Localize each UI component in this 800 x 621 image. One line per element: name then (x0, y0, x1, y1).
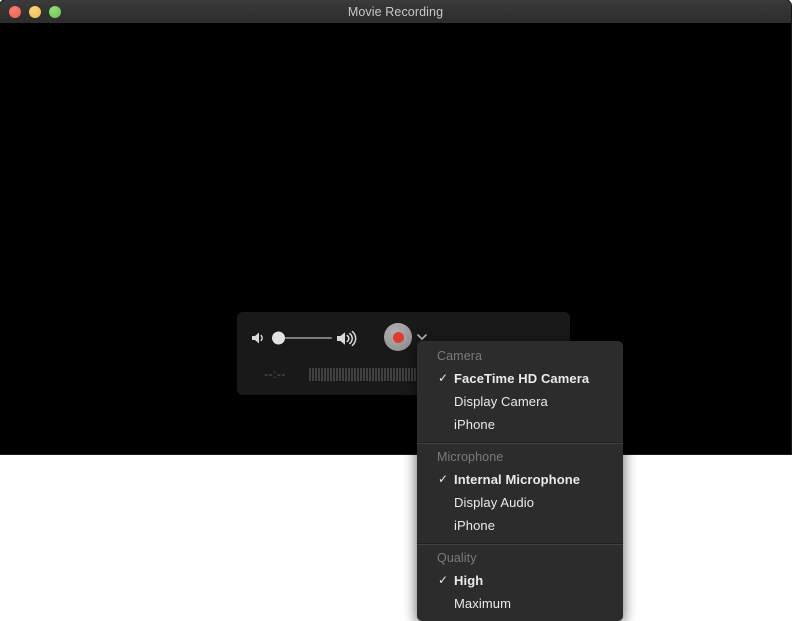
menu-separator (417, 543, 623, 545)
audio-meter-tick (408, 367, 410, 381)
audio-meter-tick (381, 367, 383, 381)
audio-meter-tick (348, 367, 350, 381)
menu-separator (417, 442, 623, 444)
speaker-high-icon (335, 330, 361, 347)
menu-section-title-quality: Quality (437, 551, 477, 565)
record-button[interactable] (384, 323, 412, 351)
menu-item-maximum[interactable]: Maximum (417, 592, 623, 615)
audio-meter-tick (336, 367, 338, 381)
audio-meter-tick (357, 367, 359, 381)
audio-meter-tick (309, 367, 311, 381)
audio-meter-tick (390, 367, 392, 381)
timecode-display: --:-- (264, 367, 286, 381)
check-icon: ✓ (438, 371, 449, 385)
menu-item-label: iPhone (454, 518, 496, 533)
audio-meter-tick (318, 367, 320, 381)
audio-meter-tick (363, 367, 365, 381)
audio-meter-tick (324, 367, 326, 381)
audio-meter-tick (366, 367, 368, 381)
window-titlebar[interactable]: Movie Recording (0, 0, 791, 24)
audio-meter-tick (330, 367, 332, 381)
minimize-button[interactable] (29, 5, 41, 18)
audio-meter-tick (414, 367, 416, 381)
audio-meter-tick (402, 367, 404, 381)
recording-options-menu[interactable]: Camera ✓ FaceTime HD Camera Display Camera i… (417, 341, 623, 621)
zoom-button[interactable] (49, 5, 61, 18)
audio-meter-tick (339, 367, 341, 381)
audio-meter-tick (342, 367, 344, 381)
menu-section-title-microphone: Microphone (437, 450, 504, 464)
menu-item-label: iPhone (454, 417, 496, 432)
menu-item-iphone[interactable]: iPhone (417, 413, 623, 436)
audio-meter-tick (393, 367, 395, 381)
audio-meter-tick (354, 367, 356, 381)
audio-meter-tick (351, 367, 353, 381)
audio-meter-tick (399, 367, 401, 381)
menu-item-high[interactable]: ✓ High (417, 569, 623, 592)
menu-item-facetime-hd-camera[interactable]: ✓ FaceTime HD Camera (417, 367, 623, 390)
audio-meter-tick (345, 367, 347, 381)
audio-meter-tick (378, 367, 380, 381)
audio-meter-tick (387, 367, 389, 381)
menu-item-display-audio[interactable]: Display Audio (417, 491, 623, 514)
volume-slider-knob[interactable] (272, 331, 285, 345)
menu-item-internal-microphone[interactable]: ✓ Internal Microphone (417, 468, 623, 491)
volume-slider[interactable] (272, 330, 332, 346)
menu-item-label: Maximum (454, 596, 512, 611)
audio-meter-tick (312, 367, 314, 381)
menu-item-label: Display Camera (454, 394, 548, 409)
record-dot-icon (392, 331, 404, 343)
audio-meter-tick (333, 367, 335, 381)
audio-meter-tick (321, 367, 323, 381)
menu-item-label: High (454, 573, 484, 588)
audio-meter-tick (396, 367, 398, 381)
audio-meter-tick (315, 367, 317, 381)
audio-meter-tick (411, 367, 413, 381)
window-title: Movie Recording (347, 4, 444, 19)
audio-meter-tick (360, 367, 362, 381)
audio-meter-tick (327, 367, 329, 381)
audio-meter-tick (369, 367, 371, 381)
audio-meter-tick (405, 367, 407, 381)
speaker-low-icon (250, 330, 268, 346)
menu-item-display-camera[interactable]: Display Camera (417, 390, 623, 413)
traffic-light-buttons (9, 0, 61, 23)
menu-item-label: Display Audio (454, 495, 535, 510)
close-button[interactable] (9, 5, 21, 18)
menu-section-title-camera: Camera (437, 349, 483, 363)
menu-item-iphone[interactable]: iPhone (417, 514, 623, 537)
audio-meter-tick (372, 367, 374, 381)
menu-item-label: FaceTime HD Camera (454, 371, 590, 386)
audio-meter-tick (384, 367, 386, 381)
check-icon: ✓ (438, 573, 449, 587)
check-icon: ✓ (438, 472, 449, 486)
menu-item-label: Internal Microphone (454, 472, 581, 487)
audio-meter-tick (375, 367, 377, 381)
